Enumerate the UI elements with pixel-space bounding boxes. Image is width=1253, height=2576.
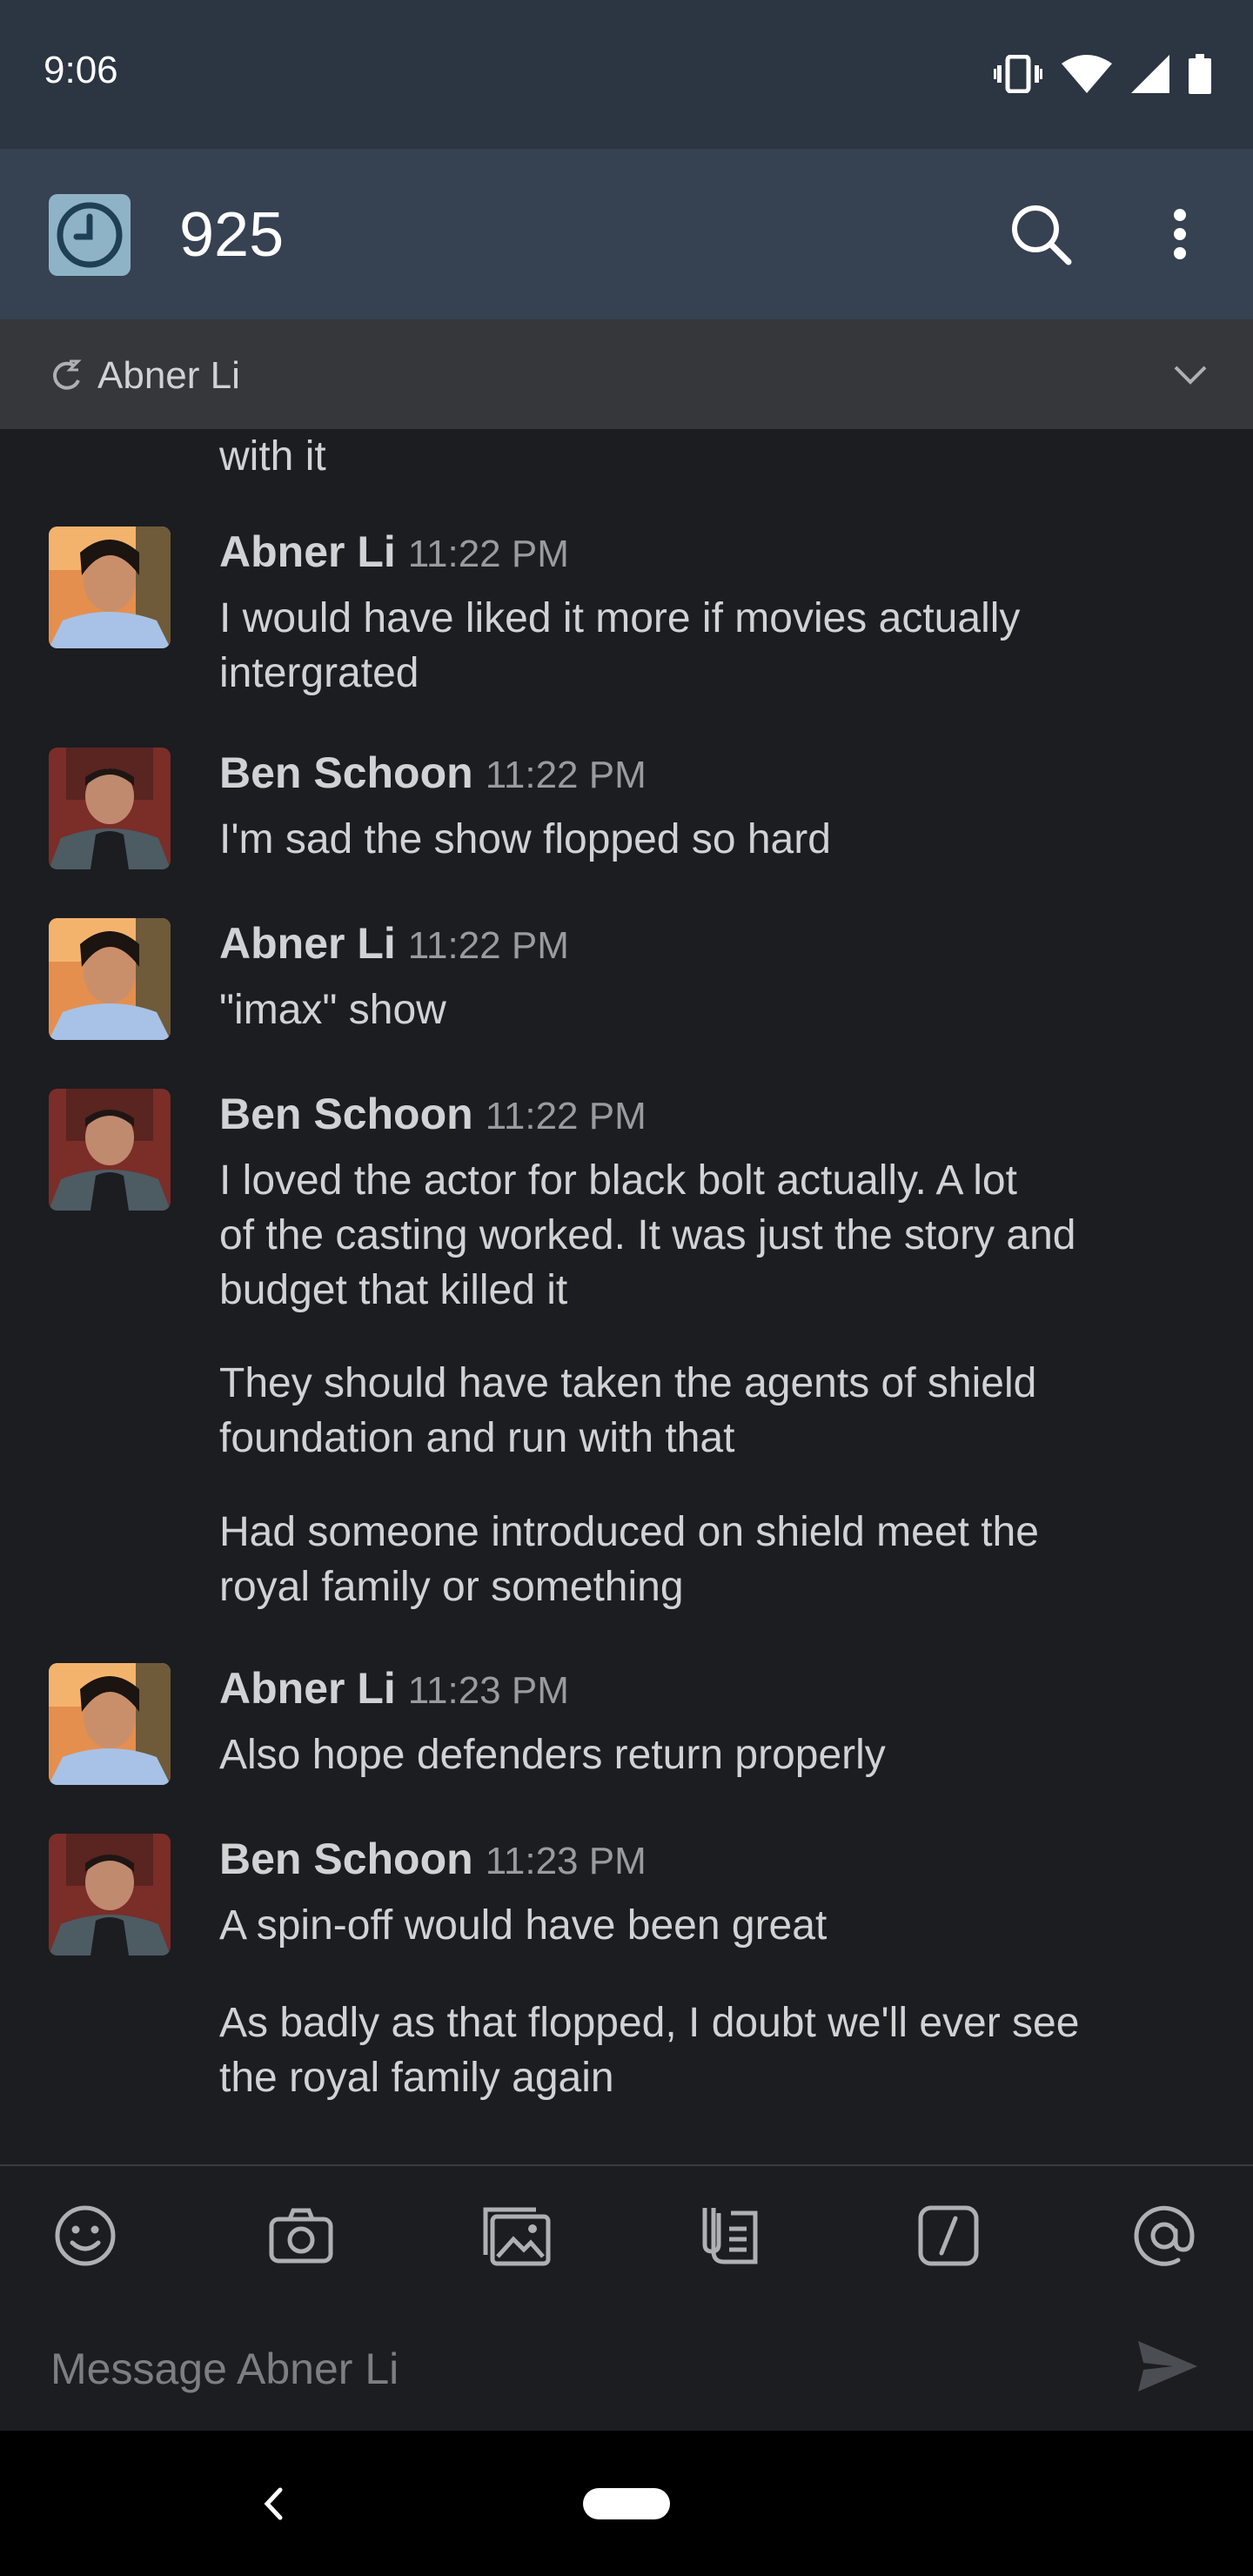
sender-name[interactable]: Ben Schoon bbox=[219, 1835, 473, 1883]
sender-name[interactable]: Abner Li bbox=[219, 919, 396, 968]
camera-button[interactable] bbox=[259, 2194, 343, 2277]
avatar-photo bbox=[49, 1834, 171, 1955]
more-vert-icon bbox=[1174, 209, 1186, 259]
message-timestamp: 11:22 PM bbox=[407, 533, 569, 575]
app-bar: 925 bbox=[0, 149, 1253, 319]
emoji-button[interactable] bbox=[44, 2194, 127, 2277]
emoji-icon bbox=[55, 2205, 116, 2266]
message-text: They should have taken the agents of shi… bbox=[219, 1360, 1037, 1406]
avatar[interactable] bbox=[49, 1089, 171, 1211]
message-text: Had someone introduced on shield meet th… bbox=[219, 1509, 1039, 1555]
message-timestamp: 11:22 PM bbox=[485, 1095, 647, 1137]
sender-line: Ben Schoon 11:22 PM bbox=[219, 1089, 647, 1139]
message-timestamp: 11:22 PM bbox=[407, 924, 569, 967]
sender-name[interactable]: Abner Li bbox=[219, 1664, 396, 1713]
message-text: I loved the actor for black bolt actuall… bbox=[219, 1157, 1017, 1204]
message-text: Also hope defenders return properly bbox=[219, 1732, 886, 1778]
avatar[interactable] bbox=[49, 918, 171, 1040]
back-icon bbox=[264, 2487, 283, 2520]
mention-icon bbox=[1134, 2205, 1195, 2266]
nav-home-button[interactable] bbox=[583, 2488, 670, 2519]
conversation-bar[interactable]: Abner Li bbox=[0, 319, 1253, 429]
cell-signal-icon bbox=[1131, 55, 1169, 93]
message-timestamp: 11:23 PM bbox=[485, 1840, 647, 1882]
vibrate-icon bbox=[994, 55, 1042, 93]
camera-icon bbox=[269, 2208, 333, 2264]
system-nav-bar bbox=[0, 2431, 1253, 2576]
avatar-photo bbox=[49, 918, 171, 1040]
conversation-name: Abner Li bbox=[97, 354, 240, 397]
clock-icon bbox=[57, 202, 123, 268]
message-text: A spin-off would have been great bbox=[219, 1902, 828, 1949]
message-timestamp: 11:23 PM bbox=[407, 1669, 569, 1712]
message-text: I'm sad the show flopped so hard bbox=[219, 816, 831, 862]
sender-line: Abner Li 11:22 PM bbox=[219, 527, 569, 577]
message-text: "imax" show bbox=[219, 987, 446, 1033]
message-list[interactable]: with it Abner Li 11:22 PM I would have li… bbox=[0, 429, 1253, 2164]
sender-name[interactable]: Ben Schoon bbox=[219, 748, 473, 797]
avatar-photo bbox=[49, 1663, 171, 1785]
avatar[interactable] bbox=[49, 1663, 171, 1785]
message-text: As badly as that flopped, I doubt we'll … bbox=[219, 2000, 1080, 2046]
message-text: I would have liked it more if movies act… bbox=[219, 595, 1021, 641]
sender-name[interactable]: Ben Schoon bbox=[219, 1090, 473, 1138]
send-icon bbox=[1138, 2341, 1197, 2392]
sender-line: Abner Li 11:22 PM bbox=[219, 918, 569, 969]
slash-command-icon bbox=[918, 2205, 979, 2266]
avatar-photo bbox=[49, 748, 171, 869]
message-text: royal family or something bbox=[219, 1564, 684, 1610]
sender-line: Ben Schoon 11:22 PM bbox=[219, 748, 647, 798]
send-button[interactable] bbox=[1128, 2326, 1208, 2406]
avatar-photo bbox=[49, 527, 171, 648]
message-text: budget that killed it bbox=[219, 1267, 568, 1313]
avatar-photo bbox=[49, 1089, 171, 1211]
search-icon bbox=[1012, 205, 1072, 265]
message-input[interactable] bbox=[49, 2333, 1079, 2405]
gallery-button[interactable] bbox=[475, 2194, 559, 2277]
workspace-icon[interactable] bbox=[49, 194, 131, 276]
battery-icon bbox=[1189, 54, 1211, 94]
message-timestamp: 11:22 PM bbox=[485, 754, 647, 796]
status-icons bbox=[994, 52, 1211, 96]
nav-back-button[interactable] bbox=[249, 2476, 298, 2532]
avatar[interactable] bbox=[49, 1834, 171, 1955]
avatar[interactable] bbox=[49, 527, 171, 648]
gallery-icon bbox=[483, 2207, 551, 2266]
slash-command-button[interactable] bbox=[907, 2194, 990, 2277]
file-button[interactable] bbox=[691, 2194, 774, 2277]
file-icon bbox=[702, 2208, 758, 2264]
message-text: of the casting worked. It was just the s… bbox=[219, 1212, 1076, 1258]
chevron-down-icon[interactable] bbox=[1173, 359, 1208, 391]
more-options-button[interactable] bbox=[1145, 194, 1215, 274]
page-title: 925 bbox=[179, 200, 285, 270]
dnd-icon bbox=[53, 359, 82, 390]
mention-button[interactable] bbox=[1122, 2194, 1206, 2277]
avatar[interactable] bbox=[49, 748, 171, 869]
sender-line: Ben Schoon 11:23 PM bbox=[219, 1834, 647, 1884]
message-composer bbox=[0, 2164, 1253, 2432]
status-bar: 9:06 bbox=[0, 0, 1253, 149]
message-text: intergrated bbox=[219, 650, 419, 696]
status-time: 9:06 bbox=[44, 49, 118, 91]
message-text: foundation and run with that bbox=[219, 1415, 735, 1461]
wifi-icon bbox=[1062, 55, 1112, 93]
message-text: with it bbox=[219, 433, 326, 480]
search-button[interactable] bbox=[1001, 194, 1081, 274]
sender-name[interactable]: Abner Li bbox=[219, 527, 396, 576]
sender-line: Abner Li 11:23 PM bbox=[219, 1663, 569, 1714]
message-text: the royal family again bbox=[219, 2055, 614, 2101]
